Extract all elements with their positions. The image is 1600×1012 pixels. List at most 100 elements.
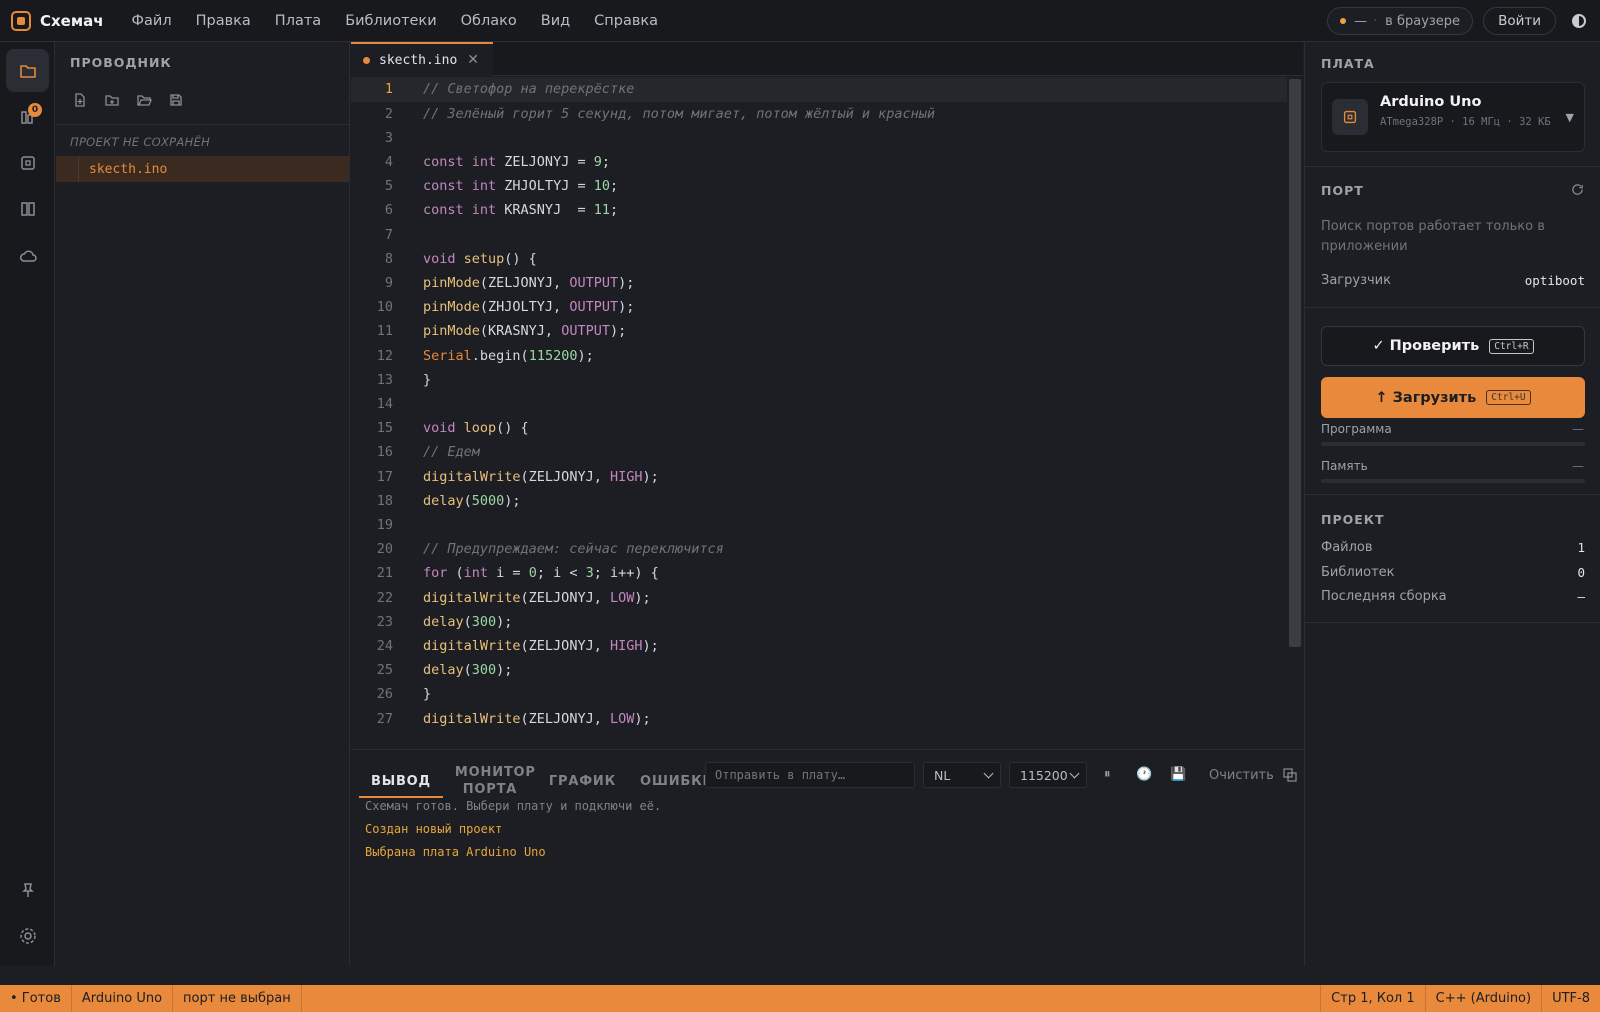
output-panel: ВЫВОД МОНИТОР ПОРТА ГРАФИК ОШИБКИ NL 115…	[351, 749, 1303, 966]
boards-button[interactable]	[6, 141, 49, 184]
timestamp-icon[interactable]: 🕐	[1136, 767, 1152, 782]
code-line[interactable]: 25 delay(300);	[351, 658, 1287, 683]
new-folder-icon[interactable]	[104, 92, 120, 108]
code-line[interactable]: 6 const int KRASNYJ = 11;	[351, 198, 1287, 223]
line-number: 10	[376, 299, 393, 316]
menu-view[interactable]: Вид	[529, 13, 582, 29]
bootloader-value: optiboot	[1524, 273, 1585, 288]
menu-libraries[interactable]: Библиотеки	[333, 13, 448, 29]
settings-button[interactable]	[6, 914, 49, 957]
upload-button[interactable]: ↑ Загрузить Ctrl+U	[1321, 377, 1585, 418]
detach-panel-icon[interactable]	[1283, 768, 1297, 782]
code-text: const int KRASNYJ = 11;	[423, 202, 619, 219]
editor-tab-bar: skecth.ino ✕	[351, 42, 1303, 76]
libraries-button[interactable]: 0	[6, 95, 49, 138]
code-line[interactable]: 14	[351, 392, 1287, 417]
code-line[interactable]: 2 // Зелёный горит 5 секунд, потом мигает…	[351, 101, 1287, 126]
board-name: Arduino Uno	[1380, 94, 1482, 110]
code-line[interactable]: 10 pinMode(ZHJOLTYJ, OUTPUT);	[351, 295, 1287, 320]
code-line[interactable]: 22 digitalWrite(ZELJONYJ, LOW);	[351, 585, 1287, 610]
save-icon[interactable]	[168, 92, 184, 108]
line-number: 13	[376, 371, 393, 388]
menu-edit[interactable]: Правка	[184, 13, 263, 29]
code-text: digitalWrite(ZELJONYJ, LOW);	[423, 589, 651, 606]
app-logo[interactable]: Схемач	[11, 10, 104, 31]
examples-button[interactable]	[6, 187, 49, 230]
line-number: 14	[376, 395, 393, 412]
code-line[interactable]: 7	[351, 222, 1287, 247]
code-text: pinMode(KRASNYJ, OUTPUT);	[423, 323, 627, 340]
explorer-button[interactable]	[6, 49, 49, 92]
tab-output[interactable]: ВЫВОД	[359, 765, 443, 798]
modified-dot-icon	[363, 56, 370, 64]
send-to-board-input[interactable]	[705, 762, 915, 788]
pin-button[interactable]	[6, 868, 49, 911]
line-number: 27	[376, 710, 393, 727]
code-line[interactable]: 12 Serial.begin(115200);	[351, 343, 1287, 368]
board-selector[interactable]: Arduino Uno ATmega328P · 16 МГц · 32 КБ …	[1321, 82, 1585, 152]
menu-cloud[interactable]: Облако	[449, 13, 529, 29]
theme-toggle-icon[interactable]	[1572, 14, 1586, 28]
editor-tab[interactable]: skecth.ino ✕	[351, 42, 493, 76]
tab-plotter[interactable]: ГРАФИК	[537, 773, 628, 790]
code-line[interactable]: 4 const int ZELJONYJ = 9;	[351, 150, 1287, 175]
code-text: Serial.begin(115200);	[423, 347, 594, 364]
line-ending-select[interactable]: NL	[923, 762, 1001, 788]
code-editor[interactable]: 1 // Светофор на перекрёстке 2 // Зелёный г…	[351, 77, 1303, 749]
code-line[interactable]: 27 digitalWrite(ZELJONYJ, LOW);	[351, 706, 1287, 731]
status-board[interactable]: Arduino Uno	[72, 985, 174, 1012]
line-number: 15	[376, 420, 393, 437]
line-number: 25	[376, 662, 393, 679]
status-encoding[interactable]: UTF-8	[1541, 985, 1600, 1012]
status-cursor-position[interactable]: Стр 1, Кол 1	[1320, 985, 1424, 1012]
main-menu: Файл Правка Плата Библиотеки Облако Вид …	[120, 13, 671, 29]
code-line[interactable]: 11 pinMode(KRASNYJ, OUTPUT);	[351, 319, 1287, 344]
close-tab-icon[interactable]: ✕	[467, 52, 479, 68]
output-log-line: Выбрана плата Arduino Uno	[365, 845, 546, 859]
code-line[interactable]: 5 const int ZHJOLTYJ = 10;	[351, 174, 1287, 199]
connection-status-pill[interactable]: — · в браузере	[1327, 7, 1474, 35]
editor-scrollbar-thumb[interactable]	[1289, 79, 1301, 647]
code-line[interactable]: 15 void loop() {	[351, 416, 1287, 441]
code-text: digitalWrite(ZELJONYJ, LOW);	[423, 710, 651, 727]
login-button[interactable]: Войти	[1483, 7, 1556, 35]
code-line[interactable]: 3	[351, 125, 1287, 150]
code-line[interactable]: 17 digitalWrite(ZELJONYJ, HIGH);	[351, 464, 1287, 489]
code-line[interactable]: 16 // Едем	[351, 440, 1287, 465]
code-line[interactable]: 21 for (int i = 0; i < 3; i++) {	[351, 561, 1287, 586]
status-port[interactable]: порт не выбран	[173, 985, 302, 1012]
verify-button[interactable]: ✓ Проверить Ctrl+R	[1321, 326, 1585, 366]
gear-icon	[19, 927, 36, 944]
status-language[interactable]: C++ (Arduino)	[1424, 985, 1541, 1012]
code-line[interactable]: 24 digitalWrite(ZELJONYJ, HIGH);	[351, 634, 1287, 659]
code-line[interactable]: 8 void setup() {	[351, 246, 1287, 271]
output-log-line: Создан новый проект	[365, 822, 503, 836]
tab-serial-monitor[interactable]: МОНИТОР ПОРТА	[443, 764, 537, 798]
baud-rate-select[interactable]: 115200	[1009, 762, 1087, 788]
file-tree-item[interactable]: skecth.ino	[56, 156, 349, 182]
pause-icon[interactable]: ⏸	[1104, 767, 1111, 782]
code-line[interactable]: 1 // Светофор на перекрёстке	[351, 77, 1287, 102]
menu-help[interactable]: Справка	[582, 13, 670, 29]
code-line[interactable]: 13}	[351, 367, 1287, 392]
line-number: 23	[376, 613, 393, 630]
menu-file[interactable]: Файл	[120, 13, 184, 29]
clear-output-button[interactable]: Очистить	[1209, 768, 1274, 783]
code-text: const int ZELJONYJ = 9;	[423, 153, 610, 170]
menu-board[interactable]: Плата	[263, 13, 333, 29]
files-count-value: 1	[1577, 540, 1585, 555]
book-icon	[20, 201, 35, 216]
code-line[interactable]: 19	[351, 513, 1287, 538]
code-line[interactable]: 18 delay(5000);	[351, 488, 1287, 513]
open-folder-icon[interactable]	[136, 92, 152, 108]
cloud-button[interactable]	[6, 234, 49, 277]
refresh-icon[interactable]	[1571, 183, 1584, 196]
code-line[interactable]: 26}	[351, 682, 1287, 707]
save-log-icon[interactable]: 💾	[1170, 767, 1186, 782]
code-line[interactable]: 20 // Предупреждаем: сейчас переключится	[351, 537, 1287, 562]
files-count-row: Файлов 1	[1321, 540, 1585, 555]
libs-count-row: Библиотек 0	[1321, 565, 1585, 580]
new-file-icon[interactable]	[72, 92, 88, 108]
code-line[interactable]: 23 delay(300);	[351, 609, 1287, 634]
code-line[interactable]: 9 pinMode(ZELJONYJ, OUTPUT);	[351, 271, 1287, 296]
